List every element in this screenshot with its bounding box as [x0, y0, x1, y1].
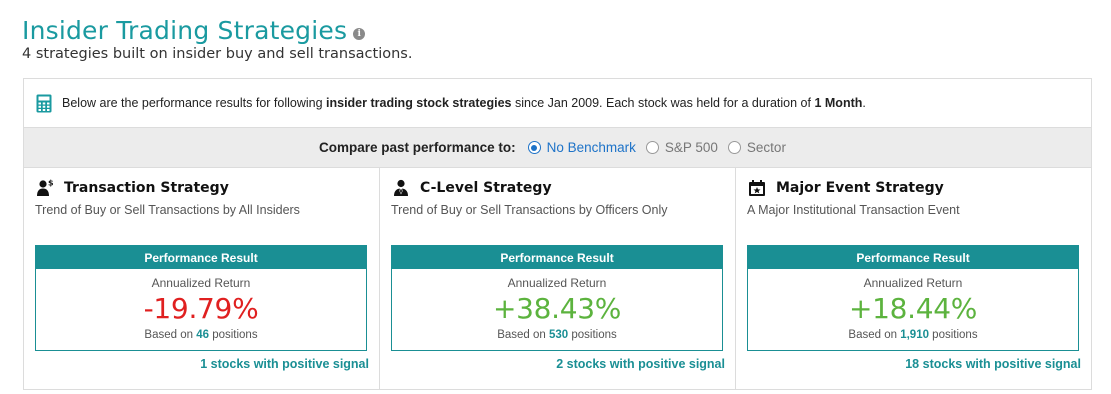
page-header: Insider Trading Strategies i 4 strategie… — [22, 16, 412, 62]
compare-label: Compare past performance to: — [319, 140, 516, 155]
card-description: Trend of Buy or Sell Transactions by Off… — [391, 203, 668, 217]
based-prefix: Based on — [497, 329, 549, 341]
radio-button-icon[interactable] — [727, 141, 741, 154]
based-count: 1,910 — [900, 329, 929, 341]
insider-dollar-icon: $ — [37, 179, 54, 196]
positions-count: Based on 46 positions — [36, 329, 366, 341]
notice-duration: 1 Month — [814, 96, 863, 110]
notice-text-before: Below are the performance results for fo… — [62, 96, 327, 110]
radio-label: Sector — [746, 140, 786, 155]
positive-signal-link[interactable]: 2 stocks with positive signal — [556, 357, 725, 371]
performance-box: Performance Result Annualized Return +38… — [391, 245, 723, 351]
performance-header: Performance Result — [748, 246, 1078, 269]
performance-header: Performance Result — [36, 246, 366, 269]
positive-signal-link[interactable]: 1 stocks with positive signal — [200, 357, 369, 371]
radio-button-icon[interactable] — [645, 141, 659, 154]
performance-box: Performance Result Annualized Return -19… — [35, 245, 367, 351]
annualized-return-value: -19.79% — [143, 292, 259, 325]
strategy-card-transaction: $ Transaction Strategy Trend of Buy or S… — [24, 168, 380, 389]
strategy-cards: $ Transaction Strategy Trend of Buy or S… — [24, 168, 1091, 389]
compare-bar: Compare past performance to: No Benchmar… — [24, 128, 1091, 168]
annualized-return-label: Annualized Return — [863, 276, 963, 290]
based-suffix: positions — [568, 329, 617, 341]
based-count: 530 — [549, 329, 569, 341]
notice-text-end: . — [862, 96, 866, 110]
annualized-return-label: Annualized Return — [151, 276, 251, 290]
strategy-card-c-level: C-Level Strategy Trend of Buy or Sell Tr… — [380, 168, 736, 389]
executive-icon — [394, 179, 408, 196]
performance-header: Performance Result — [392, 246, 722, 269]
positions-count: Based on 1,910 positions — [748, 329, 1078, 341]
based-prefix: Based on — [144, 329, 197, 341]
card-description: A Major Institutional Transaction Event — [747, 203, 960, 217]
positive-signal-link[interactable]: 18 stocks with positive signal — [905, 357, 1081, 371]
page-title: Insider Trading Strategies — [22, 16, 348, 45]
radio-label: No Benchmark — [546, 140, 636, 155]
based-count: 46 — [196, 329, 209, 341]
card-description: Trend of Buy or Sell Transactions by All… — [35, 203, 300, 217]
notice-text: Below are the performance results for fo… — [62, 96, 866, 110]
based-suffix: positions — [928, 329, 978, 341]
annualized-return-value: +38.43% — [492, 292, 622, 325]
radio-label: S&P 500 — [664, 140, 718, 155]
strategies-panel: Below are the performance results for fo… — [23, 78, 1092, 390]
card-title: Transaction Strategy — [64, 180, 229, 196]
page-subtitle: 4 strategies built on insider buy and se… — [22, 46, 413, 62]
card-title-row: Major Event Strategy — [747, 179, 1080, 197]
calendar-star-icon — [749, 180, 765, 196]
card-title-row: $ Transaction Strategy — [35, 179, 368, 197]
performance-box: Performance Result Annualized Return +18… — [747, 245, 1079, 351]
performance-notice: Below are the performance results for fo… — [24, 79, 1091, 128]
annualized-return-value: +18.44% — [848, 292, 978, 325]
calculator-icon — [36, 94, 52, 112]
info-icon[interactable]: i — [353, 27, 366, 40]
positions-count: Based on 530 positions — [392, 329, 722, 341]
notice-text-mid: since Jan 2009. Each stock was held for … — [511, 96, 815, 110]
card-title: C-Level Strategy — [420, 180, 552, 196]
notice-text-bold: insider trading stock strategies — [326, 96, 512, 110]
radio-sp500[interactable]: S&P 500 — [645, 140, 718, 155]
strategy-card-major-event: Major Event Strategy A Major Institution… — [736, 168, 1091, 389]
annualized-return-label: Annualized Return — [507, 276, 607, 290]
radio-no-benchmark[interactable]: No Benchmark — [527, 140, 636, 155]
card-title: Major Event Strategy — [776, 180, 944, 196]
title-row: Insider Trading Strategies i — [22, 16, 412, 45]
based-prefix: Based on — [848, 329, 901, 341]
radio-sector[interactable]: Sector — [727, 140, 786, 155]
card-title-row: C-Level Strategy — [391, 179, 724, 197]
svg-text:$: $ — [48, 179, 54, 188]
based-suffix: positions — [209, 329, 258, 341]
radio-button-selected-icon[interactable] — [527, 141, 541, 154]
